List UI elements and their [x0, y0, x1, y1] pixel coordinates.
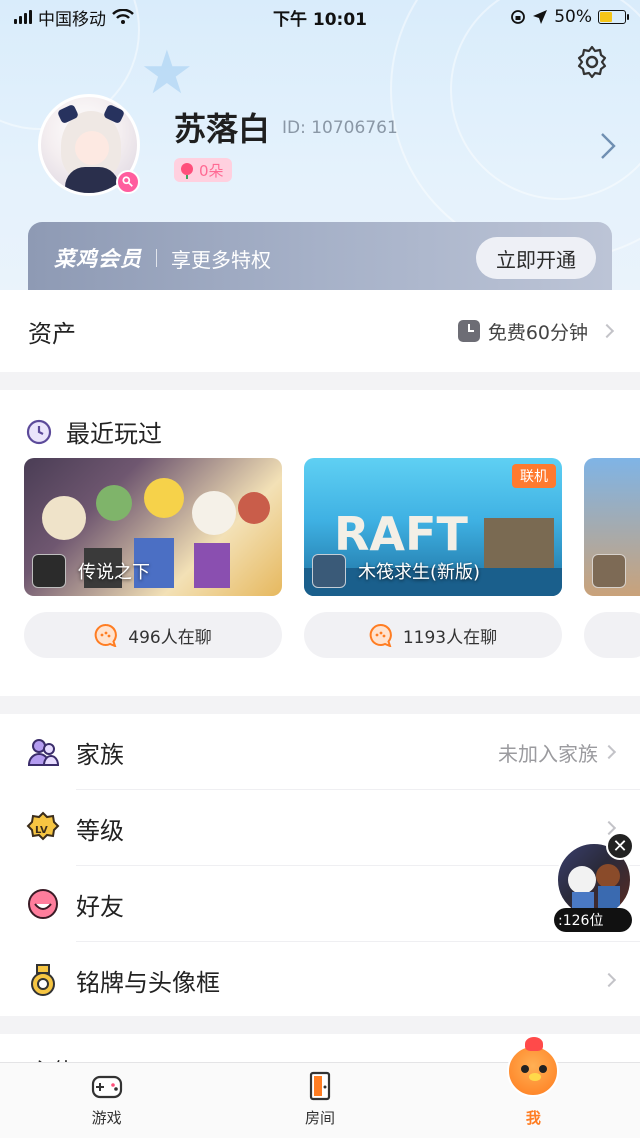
tab-games[interactable]: 游戏	[0, 1063, 213, 1138]
close-icon[interactable]: ✕	[606, 832, 634, 860]
game-mini-icon	[32, 554, 66, 588]
chevron-right-icon	[599, 323, 615, 339]
battery-icon	[598, 10, 629, 24]
recently-played-header: 最近玩过	[26, 414, 162, 449]
profile-header: ★ 苏落白 ID: 10706761 0朵 菜鸡会员 享更多特权 立即开通	[0, 0, 640, 300]
multiplayer-tag: 联机	[512, 464, 556, 488]
assets-title: 资产	[28, 319, 76, 348]
menu-label: 等级	[76, 816, 124, 845]
level-icon: LV	[26, 811, 60, 845]
menu-item-level[interactable]: LV 等级	[0, 790, 640, 866]
badge-frame-icon	[26, 963, 60, 997]
game-card-partial[interactable]	[584, 458, 640, 596]
rank-label: :126位	[554, 908, 632, 932]
tab-label: 房间	[304, 1109, 335, 1127]
game-name: 木筏求生(新版)	[358, 562, 481, 583]
game-chat-button[interactable]: 1193人在聊	[304, 612, 562, 658]
game-mini-icon	[312, 554, 346, 588]
chat-bubble-icon	[94, 623, 118, 647]
clock: 下午 10:01	[272, 9, 368, 30]
recently-played-title: 最近玩过	[66, 420, 162, 448]
profile-chevron-right-icon[interactable]	[600, 132, 616, 160]
free-time-label: 免费60分钟	[487, 321, 588, 344]
gamepad-icon	[91, 1075, 122, 1099]
user-id: ID: 10706761	[282, 118, 398, 138]
clock-icon	[457, 320, 480, 342]
game-mini-icon	[592, 554, 626, 588]
game-chat-button[interactable]: 496人在聊	[24, 612, 282, 658]
menu-item-family[interactable]: 家族 未加入家族	[0, 714, 640, 790]
flower-count: 0朵	[199, 161, 224, 180]
menu-label: 家族	[76, 740, 124, 769]
friends-icon	[26, 887, 60, 921]
game-card-undertale[interactable]: 传说之下	[24, 458, 282, 596]
floating-game-widget[interactable]: ✕ :126位	[554, 832, 634, 932]
free-time: 免费60分钟	[457, 318, 615, 345]
chevron-right-icon	[601, 972, 617, 988]
rose-icon	[181, 163, 193, 179]
chicken-mascot-icon	[507, 1037, 560, 1097]
menu-item-friends[interactable]: 好友	[0, 866, 640, 942]
username: 苏落白	[174, 110, 271, 148]
bottom-tab-bar: 游戏 房间 我	[0, 1037, 640, 1138]
chat-count: 496人在聊	[128, 627, 212, 648]
chevron-right-icon	[601, 744, 617, 760]
game-card-raft[interactable]: RAFT 联机 木筏求生(新版)	[304, 458, 562, 596]
vip-logo: 菜鸡会员	[54, 247, 142, 271]
wifi-icon	[112, 9, 134, 24]
rotation-lock-icon	[511, 10, 526, 24]
svg-text:LV: LV	[35, 825, 48, 836]
tab-rooms[interactable]: 房间	[213, 1063, 426, 1138]
status-left: 中国移动	[14, 5, 234, 30]
game-chat-button-partial[interactable]	[584, 612, 640, 658]
chat-bubble-icon	[369, 623, 392, 647]
signal-icon	[14, 10, 32, 24]
battery-percent: 50%	[554, 7, 592, 27]
divider	[156, 249, 157, 267]
menu-value: 未加入家族	[498, 738, 617, 767]
tab-label: 游戏	[91, 1109, 122, 1127]
family-icon	[26, 735, 60, 769]
status-right: 50%	[406, 7, 629, 27]
carrier: 中国移动	[38, 9, 106, 30]
settings-gear-icon[interactable]	[574, 44, 610, 80]
flower-count-badge[interactable]: 0朵	[174, 158, 232, 182]
vip-activate-button[interactable]: 立即开通	[476, 237, 596, 279]
tab-me[interactable]: 我	[427, 1037, 640, 1138]
avatar-edit-icon[interactable]	[116, 170, 140, 194]
menu-list: 家族 未加入家族 LV 等级 好友 铭牌与头像框	[0, 714, 640, 1016]
vip-description: 享更多特权	[171, 247, 271, 272]
menu-item-badge-frame[interactable]: 铭牌与头像框	[0, 942, 640, 1018]
game-name: 传说之下	[78, 562, 150, 583]
location-arrow-icon	[533, 10, 548, 24]
menu-label: 铭牌与头像框	[76, 968, 220, 997]
menu-value	[598, 972, 617, 988]
vip-membership-banner[interactable]: 菜鸡会员 享更多特权 立即开通	[28, 222, 612, 294]
clock-icon	[26, 419, 52, 444]
status-bar: 中国移动 下午 10:01 50%	[0, 0, 640, 34]
family-status: 未加入家族	[498, 741, 598, 766]
menu-label: 好友	[76, 892, 124, 921]
door-icon	[309, 1071, 331, 1101]
tab-label: 我	[525, 1109, 541, 1127]
star-decoration: ★	[140, 38, 194, 108]
recently-played-section: 最近玩过 传说之下 RAFT 联机 木筏求生(新版) 496人在聊 1193人在…	[0, 390, 640, 696]
svg-text:RAFT: RAFT	[334, 507, 468, 561]
assets-row[interactable]: 资产 免费60分钟	[0, 290, 640, 372]
chat-count: 1193人在聊	[402, 627, 498, 648]
